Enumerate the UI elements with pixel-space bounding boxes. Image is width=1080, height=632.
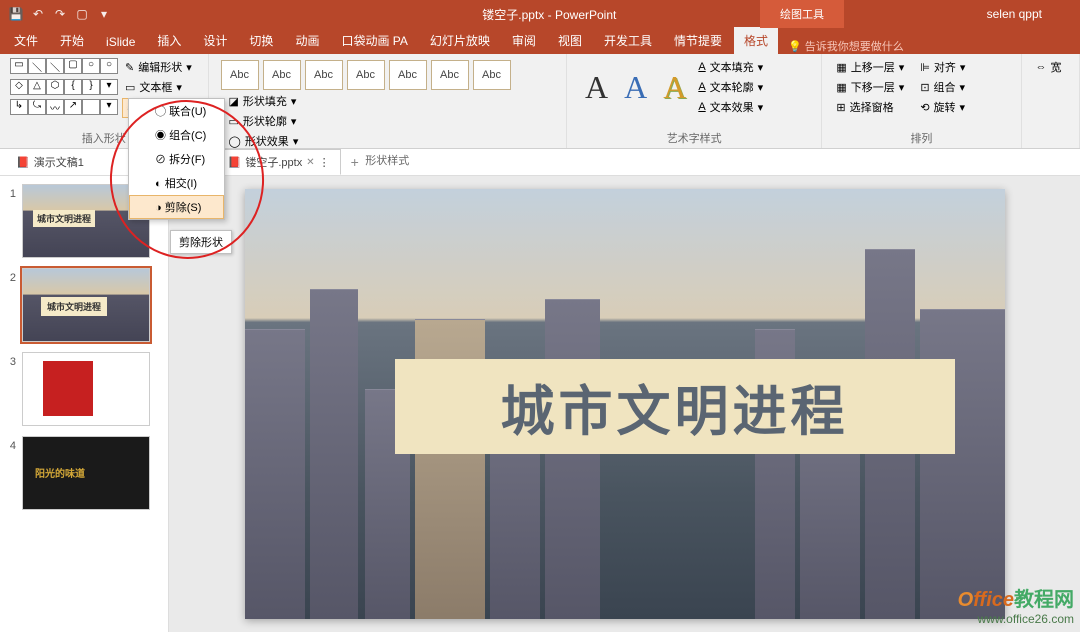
merge-shapes-menu: ◯ 联合(U) ◉ 组合(C) ⊘ 拆分(F) ◐ 相交(I) ◑ 剪除(S) xyxy=(128,98,225,220)
text-outline-button[interactable]: A 文本轮廓 ▾ xyxy=(694,78,767,96)
slide-thumb-2[interactable]: 城市文明进程 xyxy=(22,268,150,342)
shape-gallery[interactable]: ▭＼＼▢○○ ◇△⬡{}▾ ↳⤿〰↗▾ xyxy=(10,58,116,118)
window-title: 镂空子.pptx - PowerPoint xyxy=(112,6,987,23)
menu-intersect[interactable]: ◐ 相交(I) xyxy=(129,171,224,195)
redo-icon[interactable]: ↷ xyxy=(52,6,68,22)
shape-fill-button[interactable]: ◪ 形状填充 ▾ xyxy=(225,92,303,110)
slide-content: 城市文明进程 xyxy=(245,189,1005,619)
group-label-wordart: 艺术字样式 xyxy=(577,128,811,146)
edit-shape-button[interactable]: ✎ 编辑形状 ▾ xyxy=(122,58,195,76)
menu-combine[interactable]: ◉ 组合(C) xyxy=(129,123,224,147)
tell-me-search[interactable]: 💡 告诉我你想要做什么 xyxy=(788,38,904,54)
thumb-number: 3 xyxy=(4,352,16,368)
tab-view[interactable]: 视图 xyxy=(548,27,592,54)
tooltip-subtract-shape: 剪除形状 xyxy=(170,230,232,254)
tab-file[interactable]: 文件 xyxy=(4,27,48,54)
slide-thumb-4[interactable]: 阳光的味道 xyxy=(22,436,150,510)
tab-design[interactable]: 设计 xyxy=(193,27,237,54)
group-button[interactable]: ⊡ 组合 ▾ xyxy=(916,78,969,96)
tab-transitions[interactable]: 切换 xyxy=(239,27,283,54)
wordart-preset[interactable]: A xyxy=(624,69,647,106)
wordart-preset[interactable]: A xyxy=(663,69,686,106)
title-bar: 💾 ↶ ↷ ▢ ▾ 镂空子.pptx - PowerPoint 绘图工具 sel… xyxy=(0,0,1080,28)
tab-slideshow[interactable]: 幻灯片放映 xyxy=(420,27,500,54)
tab-animations[interactable]: 动画 xyxy=(285,27,329,54)
selection-pane-button[interactable]: ⊞ 选择窗格 xyxy=(832,98,908,116)
qat-more-icon[interactable]: ▾ xyxy=(96,6,112,22)
rotate-button[interactable]: ⟲ 旋转 ▾ xyxy=(916,98,969,116)
text-fill-button[interactable]: A 文本填充 ▾ xyxy=(694,58,767,76)
send-backward-button[interactable]: ▦ 下移一层 ▾ xyxy=(832,78,908,96)
thumb-number: 1 xyxy=(4,184,16,200)
thumb-number: 4 xyxy=(4,436,16,452)
thumb-number: 2 xyxy=(4,268,16,284)
shape-style-preset[interactable]: Abc xyxy=(473,60,511,90)
shape-style-preset[interactable]: Abc xyxy=(431,60,469,90)
undo-icon[interactable]: ↶ xyxy=(30,6,46,22)
menu-fragment[interactable]: ⊘ 拆分(F) xyxy=(129,147,224,171)
tab-islide[interactable]: iSlide xyxy=(96,30,145,54)
title-text: 城市文明进程 xyxy=(501,367,849,446)
contextual-tab-label: 绘图工具 xyxy=(760,0,844,28)
group-label-shape-styles: 形状样式 xyxy=(219,150,557,168)
ribbon-tabs: 文件 开始 iSlide 插入 设计 切换 动画 口袋动画 PA 幻灯片放映 审… xyxy=(0,28,1080,54)
text-box-button[interactable]: ▭ 文本框 ▾ xyxy=(122,78,195,96)
menu-subtract[interactable]: ◑ 剪除(S) xyxy=(129,195,224,219)
tab-format[interactable]: 格式 xyxy=(734,27,778,54)
save-icon[interactable]: 💾 xyxy=(8,6,24,22)
group-label-arrange: 排列 xyxy=(832,128,1010,146)
tab-review[interactable]: 审阅 xyxy=(502,27,546,54)
slide-thumb-3[interactable] xyxy=(22,352,150,426)
width-label: ⇔ 宽 xyxy=(1032,58,1070,76)
title-text-box[interactable]: 城市文明进程 xyxy=(395,359,955,454)
start-slideshow-icon[interactable]: ▢ xyxy=(74,6,90,22)
align-button[interactable]: ⊫ 对齐 ▾ xyxy=(916,58,969,76)
watermark: Office教程网 www.office26.com xyxy=(958,583,1074,626)
shape-style-preset[interactable]: Abc xyxy=(263,60,301,90)
wordart-preset[interactable]: A xyxy=(585,69,608,106)
shape-style-preset[interactable]: Abc xyxy=(221,60,259,90)
shape-style-preset[interactable]: Abc xyxy=(389,60,427,90)
tab-home[interactable]: 开始 xyxy=(50,27,94,54)
slide-thumbnails[interactable]: 1 城市文明进程 2 城市文明进程 3 4 阳光的味道 xyxy=(0,176,169,632)
doc-tab-1[interactable]: 📕 演示文稿1 xyxy=(6,150,94,174)
text-effects-button[interactable]: A 文本效果 ▾ xyxy=(694,98,767,116)
shape-style-preset[interactable]: Abc xyxy=(305,60,343,90)
shape-outline-button[interactable]: ▭ 形状轮廓 ▾ xyxy=(225,112,303,130)
shape-style-preset[interactable]: Abc xyxy=(347,60,385,90)
tab-pocket-anim[interactable]: 口袋动画 PA xyxy=(331,27,417,54)
menu-union[interactable]: ◯ 联合(U) xyxy=(129,99,224,123)
tab-storyboard[interactable]: 情节提要 xyxy=(664,27,732,54)
shape-effects-button[interactable]: ◯ 形状效果 ▾ xyxy=(225,132,303,150)
bring-forward-button[interactable]: ▦ 上移一层 ▾ xyxy=(832,58,908,76)
tab-developer[interactable]: 开发工具 xyxy=(594,27,662,54)
ribbon: ▭＼＼▢○○ ◇△⬡{}▾ ↳⤿〰↗▾ ✎ 编辑形状 ▾ ▭ 文本框 ▾ ◔ 合… xyxy=(0,54,1080,149)
tab-insert[interactable]: 插入 xyxy=(147,27,191,54)
slide-canvas[interactable]: 城市文明进程 xyxy=(169,176,1080,632)
user-name: selen qppt xyxy=(987,7,1072,21)
workspace: 1 城市文明进程 2 城市文明进程 3 4 阳光的味道 城市文明进程 xyxy=(0,176,1080,632)
